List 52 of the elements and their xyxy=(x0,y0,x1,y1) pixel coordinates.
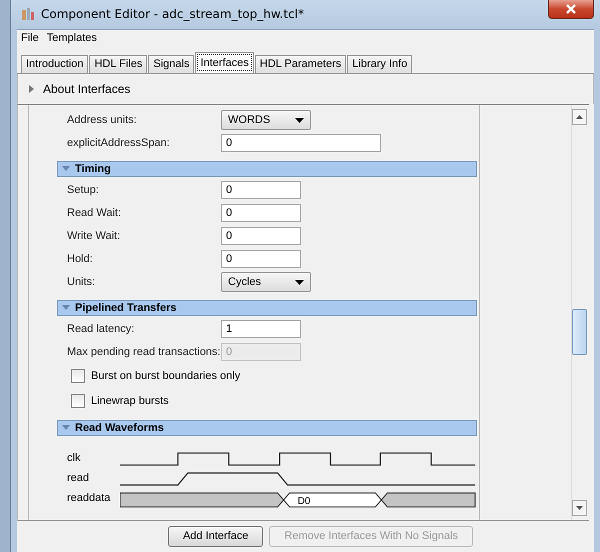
scroll-up-icon[interactable] xyxy=(576,114,583,119)
caret-icon xyxy=(295,280,304,285)
checkbox[interactable] xyxy=(71,394,85,408)
dropdown[interactable]: WORDS xyxy=(221,110,311,130)
input-field[interactable]: 0 xyxy=(221,227,301,246)
section-header[interactable]: Read Waveforms xyxy=(57,420,477,436)
scroll-down-icon[interactable] xyxy=(576,506,583,510)
tab[interactable]: Library Info xyxy=(347,54,412,73)
tab[interactable]: Interfaces xyxy=(195,52,254,73)
field-label: Write Wait: xyxy=(67,230,122,242)
scrollbar-thumb[interactable] xyxy=(572,308,587,355)
field-label: Read Wait: xyxy=(67,207,122,220)
section-header[interactable]: Pipelined Transfers xyxy=(57,300,477,316)
close-icon xyxy=(565,4,577,14)
app-icon xyxy=(21,7,35,22)
dropdown[interactable]: Cycles xyxy=(221,272,311,292)
menu-item[interactable]: Templates xyxy=(46,32,97,44)
tab[interactable]: Signals xyxy=(148,54,194,73)
signal-label: read xyxy=(67,472,90,486)
field-label: explicitAddressSpan: xyxy=(67,137,171,150)
input-field[interactable]: 0 xyxy=(221,250,301,268)
tab[interactable]: HDL Parameters xyxy=(254,54,346,73)
field-label: Read latency: xyxy=(67,323,136,336)
field-label: Address units: xyxy=(67,114,138,126)
input-field[interactable]: 0 xyxy=(221,134,381,152)
input-field[interactable]: 1 xyxy=(221,320,301,338)
data-label: D0 xyxy=(297,496,310,507)
input-field[interactable]: 0 xyxy=(221,204,301,222)
menu-item[interactable]: File xyxy=(21,32,39,44)
caret-icon xyxy=(295,118,304,123)
collapse-arrow-icon[interactable] xyxy=(62,424,70,431)
collapse-arrow-icon[interactable] xyxy=(62,166,70,172)
tab[interactable]: HDL Files xyxy=(89,54,148,73)
checkbox-label: Linewrap bursts xyxy=(91,395,169,408)
signal-label: clk xyxy=(67,452,82,466)
input-field[interactable]: 0 xyxy=(221,181,301,200)
field-label: Max pending read transactions: xyxy=(67,346,221,358)
close-button[interactable] xyxy=(548,0,594,20)
checkbox-label: Burst on burst boundaries only xyxy=(91,370,240,382)
collapse-arrow-icon[interactable] xyxy=(62,304,70,311)
about-link[interactable]: About Interfaces xyxy=(43,82,130,96)
checkbox[interactable] xyxy=(71,369,85,384)
push-button[interactable]: Add Interface xyxy=(168,526,264,547)
field-label: Hold: xyxy=(67,253,94,266)
tab[interactable]: Introduction xyxy=(21,54,88,73)
section-header[interactable]: Timing xyxy=(57,160,477,177)
expand-arrow-icon[interactable] xyxy=(28,84,35,93)
field-label: Units: xyxy=(67,276,96,288)
field-label: Setup: xyxy=(67,184,100,196)
window-title: Component Editor - adc_stream_top_hw.tcl* xyxy=(41,7,304,22)
scrollbar[interactable] xyxy=(571,104,587,520)
signal-label: readdata xyxy=(67,492,112,506)
